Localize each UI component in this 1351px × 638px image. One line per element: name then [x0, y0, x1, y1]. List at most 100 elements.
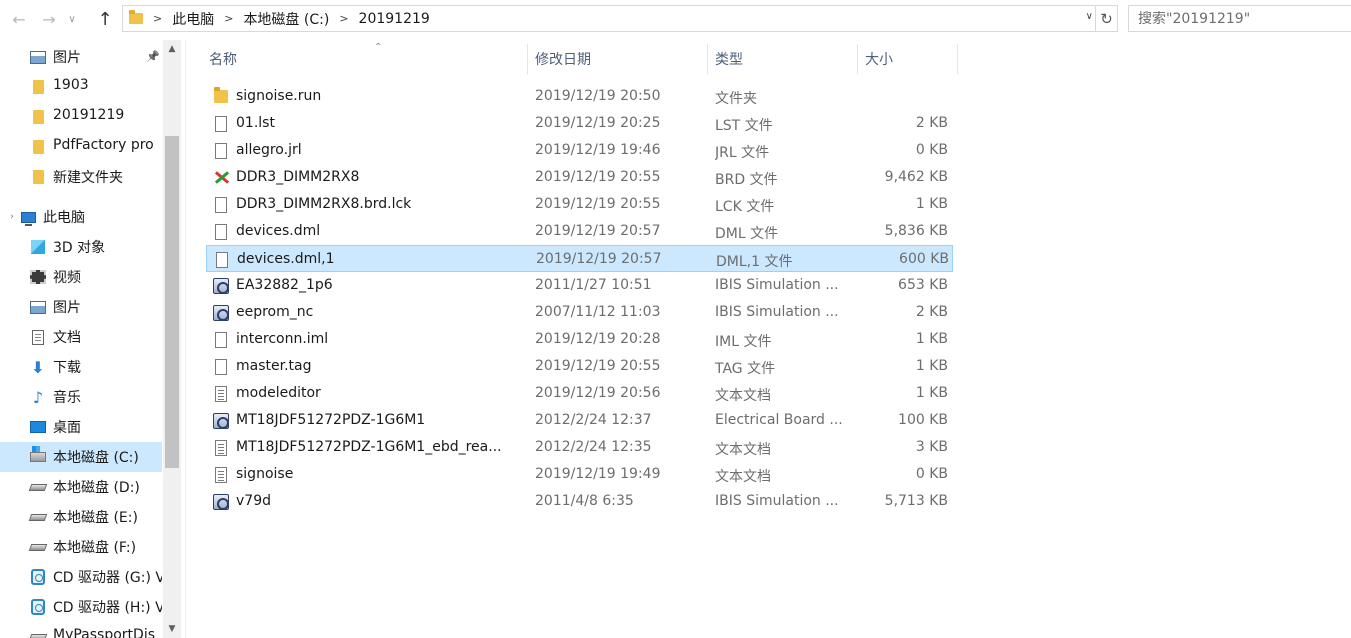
file-row[interactable]: v79d 2011/4/8 6:35 IBIS Simulation ... 5,71…	[206, 488, 953, 515]
nav-item[interactable]: ♪ 音乐	[0, 382, 162, 412]
text-file-icon	[213, 439, 229, 456]
nav-item[interactable]: 本地磁盘 (C:)	[0, 442, 162, 472]
column-header-date-label: 修改日期	[535, 52, 591, 68]
file-row[interactable]: signoise.run 2019/12/19 20:50 文件夹	[206, 83, 953, 110]
nav-item[interactable]: 文档	[0, 322, 162, 352]
address-history-dropdown[interactable]: ∨	[1086, 11, 1093, 22]
nav-item[interactable]: PdfFactory pro	[0, 132, 162, 162]
breadcrumb-drive-c[interactable]: 本地磁盘 (C:)	[243, 9, 329, 29]
search-input[interactable]	[1138, 10, 1351, 27]
nav-item[interactable]: CD 驱动器 (H:) V	[0, 592, 162, 622]
address-toolbar: ← → ∨ ↑ > 此电脑 > 本地磁盘 (C:) > 20191219 ∨ ↻	[0, 0, 1351, 38]
nav-item[interactable]: CD 驱动器 (G:) V	[0, 562, 162, 592]
file-row[interactable]: devices.dml,1 2019/12/19 20:57 DML,1 文件 600…	[206, 245, 953, 272]
nav-item[interactable]: 本地磁盘 (F:)	[0, 532, 162, 562]
file-row[interactable]: MT18JDF51272PDZ-1G6M1_ebd_rea... 2012/2/2…	[206, 434, 953, 461]
videos-icon	[30, 269, 46, 285]
file-row[interactable]: signoise 2019/12/19 19:49 文本文档 0 KB	[206, 461, 953, 488]
download-icon: ⬇	[31, 357, 45, 377]
file-row[interactable]: master.tag 2019/12/19 20:55 TAG 文件 1 KB	[206, 353, 953, 380]
nav-item[interactable]: 新建文件夹	[0, 162, 162, 192]
nav-item[interactable]: 图片	[0, 292, 162, 322]
file-name: modeleditor	[236, 385, 321, 401]
scroll-up-icon[interactable]: ▲	[163, 40, 181, 58]
nav-item[interactable]: › 此电脑	[0, 202, 162, 232]
file-row[interactable]: modeleditor 2019/12/19 20:56 文本文档 1 KB	[206, 380, 953, 407]
back-button[interactable]: ←	[8, 8, 30, 30]
file-size: 0 KB	[915, 466, 948, 482]
file-row[interactable]: allegro.jrl 2019/12/19 19:46 JRL 文件 0 KB	[206, 137, 953, 164]
nav-item[interactable]: 1903	[0, 72, 162, 102]
cd-drive-icon	[30, 599, 46, 615]
file-name: master.tag	[236, 358, 312, 374]
scrollbar-thumb[interactable]	[165, 136, 179, 468]
breadcrumb-this-pc[interactable]: 此电脑	[172, 9, 214, 29]
file-size: 0 KB	[915, 142, 948, 158]
column-header-type[interactable]: 类型	[708, 44, 858, 74]
breadcrumb-current-folder[interactable]: 20191219	[359, 11, 430, 27]
file-type: IBIS Simulation ...	[715, 304, 839, 320]
system-drive-icon	[30, 446, 46, 465]
file-type: DML 文件	[715, 226, 779, 242]
pin-icon: 📌	[146, 50, 160, 63]
nav-item-label: 文档	[53, 330, 81, 346]
drive-icon	[28, 539, 48, 555]
arrow-right-icon: →	[42, 9, 56, 29]
file-row[interactable]: EA32882_1p6 2011/1/27 10:51 IBIS Simulatio…	[206, 272, 953, 299]
expand-chevron-icon[interactable]: ›	[4, 209, 20, 225]
column-header-date[interactable]: 修改日期	[528, 44, 708, 74]
file-row[interactable]: eeprom_nc 2007/11/12 11:03 IBIS Simulation…	[206, 299, 953, 326]
column-header-size[interactable]: 大小	[858, 44, 958, 74]
nav-item[interactable]: 图片 📌	[0, 42, 162, 72]
chevron-right-icon[interactable]: >	[339, 12, 348, 25]
file-type: 文本文档	[715, 469, 771, 485]
file-row[interactable]: DDR3_DIMM2RX8 2019/12/19 20:55 BRD 文件 9,462…	[206, 164, 953, 191]
nav-item-label: 下载	[53, 360, 81, 376]
refresh-button[interactable]: ↻	[1096, 5, 1118, 32]
column-header-name[interactable]: 名称 ⌃	[202, 42, 528, 74]
forward-button[interactable]: →	[38, 8, 60, 30]
file-size: 3 KB	[915, 439, 948, 455]
3d-objects-icon	[30, 239, 46, 255]
nav-item[interactable]: 视频	[0, 262, 162, 292]
file-row[interactable]: interconn.iml 2019/12/19 20:28 IML 文件 1 KB	[206, 326, 953, 353]
file-row[interactable]: devices.dml 2019/12/19 20:57 DML 文件 5,836 K…	[206, 218, 953, 245]
file-size: 2 KB	[915, 304, 948, 320]
file-type: DML,1 文件	[716, 254, 793, 270]
file-icon	[213, 115, 229, 132]
arrow-left-icon: ←	[12, 9, 26, 29]
column-header-name-label: 名称	[209, 52, 237, 68]
search-box[interactable]	[1128, 5, 1351, 32]
file-name: MT18JDF51272PDZ-1G6M1	[236, 412, 426, 428]
nav-item-label: 新建文件夹	[53, 170, 123, 186]
file-row[interactable]: MT18JDF51272PDZ-1G6M1 2012/2/24 12:37 Elec…	[206, 407, 953, 434]
nav-item-label: 本地磁盘 (F:)	[53, 540, 137, 556]
recent-locations-button[interactable]: ∨	[64, 8, 80, 30]
navigation-pane: MyPassportDis CD 驱动器 (H:) V CD 驱动器 (G:) V 本…	[0, 40, 186, 638]
folder-icon	[30, 109, 46, 125]
nav-item[interactable]: MyPassportDis	[0, 622, 162, 638]
file-row[interactable]: 01.lst 2019/12/19 20:25 LST 文件 2 KB	[206, 110, 953, 137]
address-bar[interactable]: > 此电脑 > 本地磁盘 (C:) > 20191219 ∨	[122, 5, 1096, 32]
nav-item[interactable]: 3D 对象	[0, 232, 162, 262]
up-button[interactable]: ↑	[94, 8, 116, 30]
file-size: 5,713 KB	[884, 493, 948, 509]
file-date: 2019/12/19 20:57	[536, 251, 662, 267]
nav-item-label: 本地磁盘 (D:)	[53, 480, 140, 496]
file-type: LST 文件	[715, 118, 773, 134]
nav-scrollbar[interactable]: ▲ ▼	[163, 40, 181, 638]
ibis-file-icon	[213, 277, 229, 294]
nav-item[interactable]: 20191219	[0, 102, 162, 132]
nav-item[interactable]: 本地磁盘 (D:)	[0, 472, 162, 502]
file-type: 文本文档	[715, 388, 771, 404]
chevron-right-icon[interactable]: >	[224, 12, 233, 25]
nav-item[interactable]: 本地磁盘 (E:)	[0, 502, 162, 532]
nav-item[interactable]: ⬇ 下载	[0, 352, 162, 382]
music-icon: ♪	[32, 387, 44, 407]
file-size: 600 KB	[899, 251, 949, 267]
nav-item-label: PdfFactory pro	[53, 137, 154, 153]
nav-item[interactable]: 桌面	[0, 412, 162, 442]
scroll-down-icon[interactable]: ▼	[163, 622, 181, 636]
chevron-right-icon[interactable]: >	[153, 12, 162, 25]
file-row[interactable]: DDR3_DIMM2RX8.brd.lck 2019/12/19 20:55 LCK…	[206, 191, 953, 218]
